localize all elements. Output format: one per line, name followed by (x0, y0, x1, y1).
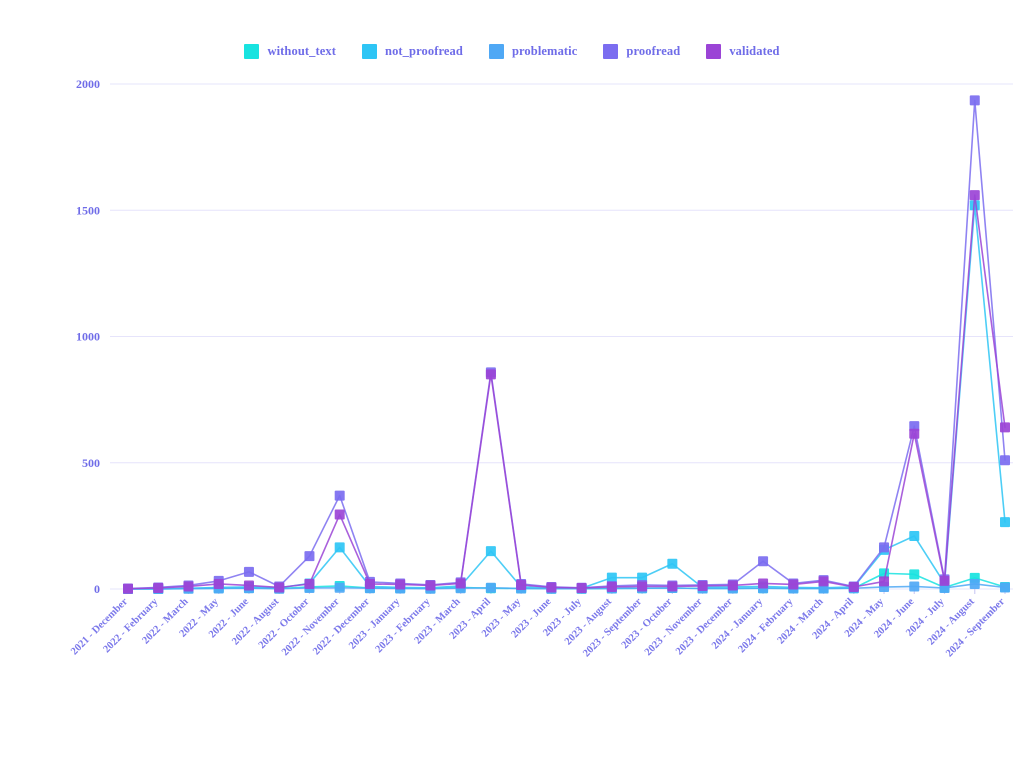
xtick-label-1: 2022 - February (101, 596, 160, 655)
datapoint-problematic-26[interactable] (909, 581, 920, 592)
datapoint-not_proofread-29[interactable] (1000, 517, 1010, 528)
datapoint-validated-15[interactable] (576, 582, 587, 593)
datapoint-not_proofread-12[interactable] (485, 546, 496, 557)
datapoint-proofread-4[interactable] (243, 566, 254, 577)
ytick-label-1000: 1000 (76, 330, 100, 344)
datapoint-validated-6[interactable] (304, 578, 315, 589)
datapoint-validated-25[interactable] (879, 576, 890, 587)
datapoint-validated-26[interactable] (909, 428, 920, 439)
datapoint-validated-12[interactable] (485, 369, 496, 380)
datapoint-proofread-6[interactable] (304, 551, 315, 562)
datapoint-validated-13[interactable] (516, 579, 527, 590)
datapoint-validated-10[interactable] (425, 580, 436, 591)
datapoint-validated-21[interactable] (758, 578, 769, 589)
datapoint-validated-18[interactable] (667, 581, 678, 592)
series-not_proofread (123, 200, 1010, 594)
datapoint-without_text-26[interactable] (909, 569, 920, 580)
datapoint-validated-11[interactable] (455, 578, 466, 589)
datapoint-proofread-28[interactable] (969, 95, 980, 106)
datapoint-validated-16[interactable] (606, 581, 617, 592)
datapoint-validated-23[interactable] (818, 576, 829, 587)
datapoint-proofread-29[interactable] (1000, 455, 1010, 466)
datapoint-validated-17[interactable] (637, 581, 648, 592)
datapoint-proofread-25[interactable] (879, 542, 890, 553)
datapoint-not_proofread-18[interactable] (667, 558, 678, 569)
datapoint-problematic-29[interactable] (1000, 582, 1010, 593)
datapoint-validated-8[interactable] (364, 578, 375, 589)
datapoint-validated-4[interactable] (243, 580, 254, 591)
datapoint-proofread-7[interactable] (334, 490, 345, 501)
xtick-label-29: 2024 - September (944, 596, 1007, 659)
ytick-label-2000: 2000 (76, 77, 100, 91)
ytick-label-500: 500 (82, 456, 100, 470)
series-without_text (123, 568, 1010, 594)
datapoint-validated-20[interactable] (727, 580, 738, 591)
datapoint-validated-27[interactable] (939, 575, 950, 586)
datapoint-validated-0[interactable] (123, 583, 133, 594)
datapoint-validated-3[interactable] (213, 578, 224, 589)
datapoint-validated-7[interactable] (334, 509, 345, 520)
datapoint-validated-19[interactable] (697, 580, 708, 591)
series-line-not_proofread (127, 204, 1006, 590)
chart-root: without_text not_proofread problematic proo… (0, 0, 1024, 768)
line-chart-svg: 0 500 1000 1500 2000 2021 - December2022 - Fe… (69, 77, 1013, 660)
x-tick-labels: 2021 - December2022 - February2022 - Mar… (69, 596, 1007, 660)
datapoint-proofread-21[interactable] (758, 556, 769, 567)
ytick-label-1500: 1500 (76, 203, 100, 217)
datapoint-validated-5[interactable] (274, 582, 285, 593)
datapoint-validated-9[interactable] (395, 579, 406, 590)
datapoint-not_proofread-26[interactable] (909, 530, 920, 541)
x-ticks (127, 589, 1006, 594)
datapoint-problematic-28[interactable] (969, 578, 980, 589)
datapoint-validated-29[interactable] (1000, 422, 1010, 433)
series-proofread (123, 95, 1010, 594)
xtick-label-10: 2023 - February (374, 596, 433, 655)
xtick-label-22: 2024 - February (737, 596, 796, 655)
datapoint-validated-24[interactable] (848, 581, 859, 592)
series-validated (123, 190, 1010, 594)
datapoint-problematic-12[interactable] (485, 582, 496, 593)
datapoint-validated-2[interactable] (183, 581, 194, 592)
y-gridlines: 0 500 1000 1500 2000 (76, 77, 1013, 596)
datapoint-validated-1[interactable] (153, 582, 164, 593)
plot-area: 0 500 1000 1500 2000 2021 - December 2022 - Fe… (0, 0, 1024, 768)
datapoint-validated-22[interactable] (788, 579, 799, 590)
datapoint-problematic-7[interactable] (334, 582, 345, 593)
ytick-label-0: 0 (94, 582, 100, 596)
series-group (123, 95, 1010, 594)
datapoint-validated-14[interactable] (546, 582, 557, 593)
datapoint-not_proofread-7[interactable] (334, 542, 345, 553)
series-line-proofread (127, 99, 1006, 590)
series-line-validated (127, 194, 1006, 590)
datapoint-validated-28[interactable] (969, 190, 980, 201)
